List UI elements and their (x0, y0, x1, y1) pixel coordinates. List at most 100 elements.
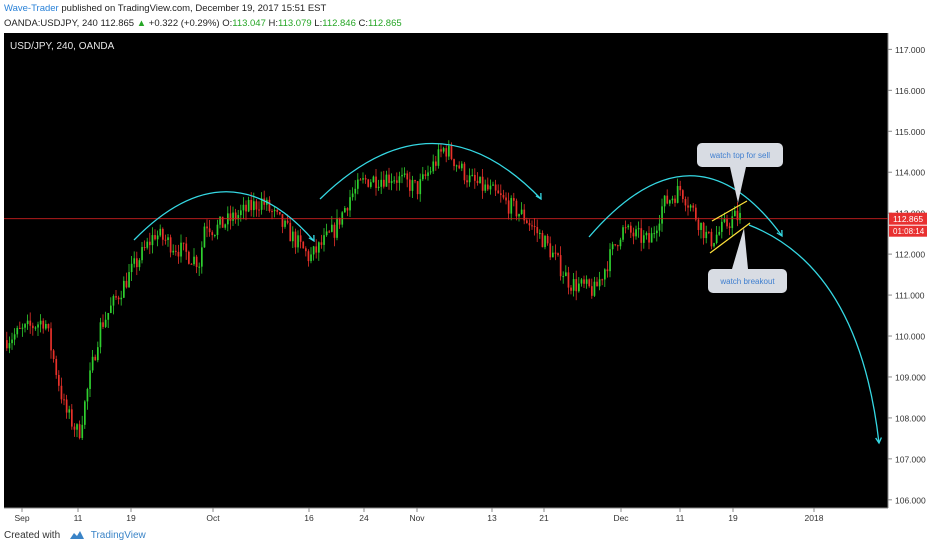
candle-body (136, 258, 138, 268)
candle-body (409, 179, 411, 191)
author-link[interactable]: Wave-Trader (4, 3, 59, 14)
candle-body (513, 198, 515, 201)
candle-body (700, 222, 702, 230)
chart-container[interactable]: USD/JPY, 240, OANDA 117.000 116.000 115.00… (4, 33, 929, 523)
candle-body (656, 230, 658, 234)
x-tick-label: 11 (676, 513, 685, 523)
candle-body (377, 186, 380, 188)
candle-body (286, 220, 289, 223)
candle-body (185, 243, 188, 252)
candle-body (154, 235, 156, 240)
brand-text[interactable]: TradingView (91, 530, 146, 541)
candle-body (637, 228, 640, 230)
open-value: 113.047 (232, 18, 266, 29)
candle-body (123, 280, 125, 298)
candle-body (58, 374, 60, 386)
candle-body (302, 241, 305, 249)
candle-body (32, 325, 34, 329)
candle-body (728, 226, 731, 229)
candle-body (336, 217, 338, 238)
candle-body (601, 279, 604, 281)
candle-body (643, 235, 645, 243)
candle-body (411, 180, 414, 191)
candle-body (575, 279, 578, 292)
candle-body (19, 327, 21, 329)
candle-body (211, 232, 214, 236)
candle-body (429, 171, 432, 173)
candle-body (63, 399, 65, 401)
candle-body (650, 233, 653, 243)
candle-body (705, 231, 708, 239)
candle-body (414, 180, 416, 182)
candle-body (731, 216, 734, 229)
candle-body (47, 323, 50, 329)
candle-body (635, 229, 637, 237)
price-chart[interactable]: USD/JPY, 240, OANDA 117.000 116.000 115.00… (4, 33, 929, 523)
candle-body (689, 205, 692, 208)
candle-body (390, 181, 393, 183)
candle-body (596, 281, 598, 287)
candle-body (676, 185, 679, 203)
candle-body (242, 204, 245, 211)
candle-body (76, 424, 78, 430)
candle-body (149, 241, 151, 246)
candle-body (268, 199, 271, 211)
candle-body (520, 209, 523, 215)
candle-body (666, 195, 669, 204)
candle-body (627, 225, 630, 228)
candle-body (396, 180, 398, 183)
y-tick-label: 115.000 (895, 127, 925, 137)
candle-body (497, 190, 500, 194)
candle-body (91, 356, 94, 371)
candle-body (354, 188, 357, 194)
candle-body (73, 426, 76, 430)
candle-body (715, 234, 718, 244)
candle-body (466, 180, 468, 183)
candle-body (494, 184, 497, 191)
candle-body (702, 222, 705, 239)
candle-body (8, 343, 11, 349)
candle-body (50, 328, 52, 351)
candle-body (146, 241, 149, 248)
y-tick-label: 114.000 (895, 168, 925, 178)
candle-body (492, 184, 494, 186)
candle-body (344, 208, 346, 213)
candle-body (68, 409, 71, 413)
high-label: H: (268, 18, 279, 29)
candle-body (138, 260, 141, 268)
callout-text: watch top for sell (709, 151, 770, 160)
candle-body (619, 239, 622, 247)
candle-body (718, 231, 721, 235)
candle-body (440, 149, 442, 152)
candle-body (292, 231, 294, 242)
candle-body (445, 148, 448, 157)
candle-body (78, 424, 81, 439)
candle-body (393, 180, 396, 182)
candle-body (182, 242, 185, 244)
candle-body (583, 279, 585, 284)
candle-body (481, 176, 484, 191)
candle-body (518, 214, 520, 217)
y-tick-label: 107.000 (895, 454, 926, 464)
candle-body (383, 179, 385, 187)
high-value: 113.079 (278, 18, 312, 29)
price-change: +0.322 (+0.29%) (148, 18, 220, 29)
candle-body (632, 232, 635, 237)
candle-body (34, 327, 37, 329)
candle-body (115, 296, 117, 298)
candle-body (697, 219, 700, 230)
candle-body (570, 287, 572, 291)
candle-body (110, 305, 112, 313)
y-tick-label: 112.000 (895, 250, 925, 260)
candle-body (442, 148, 445, 152)
candle-body (453, 159, 455, 167)
candle-body (598, 279, 601, 287)
candle-body (416, 181, 419, 195)
candle-body (128, 272, 130, 288)
candle-body (479, 176, 481, 184)
candle-body (273, 209, 276, 212)
candle-body (544, 235, 546, 248)
symbol-info-bar: OANDA:USDJPY, 240 112.865 ▲ +0.322 (+0.2… (4, 18, 402, 29)
candle-body (422, 174, 424, 180)
candle-body (723, 218, 726, 222)
